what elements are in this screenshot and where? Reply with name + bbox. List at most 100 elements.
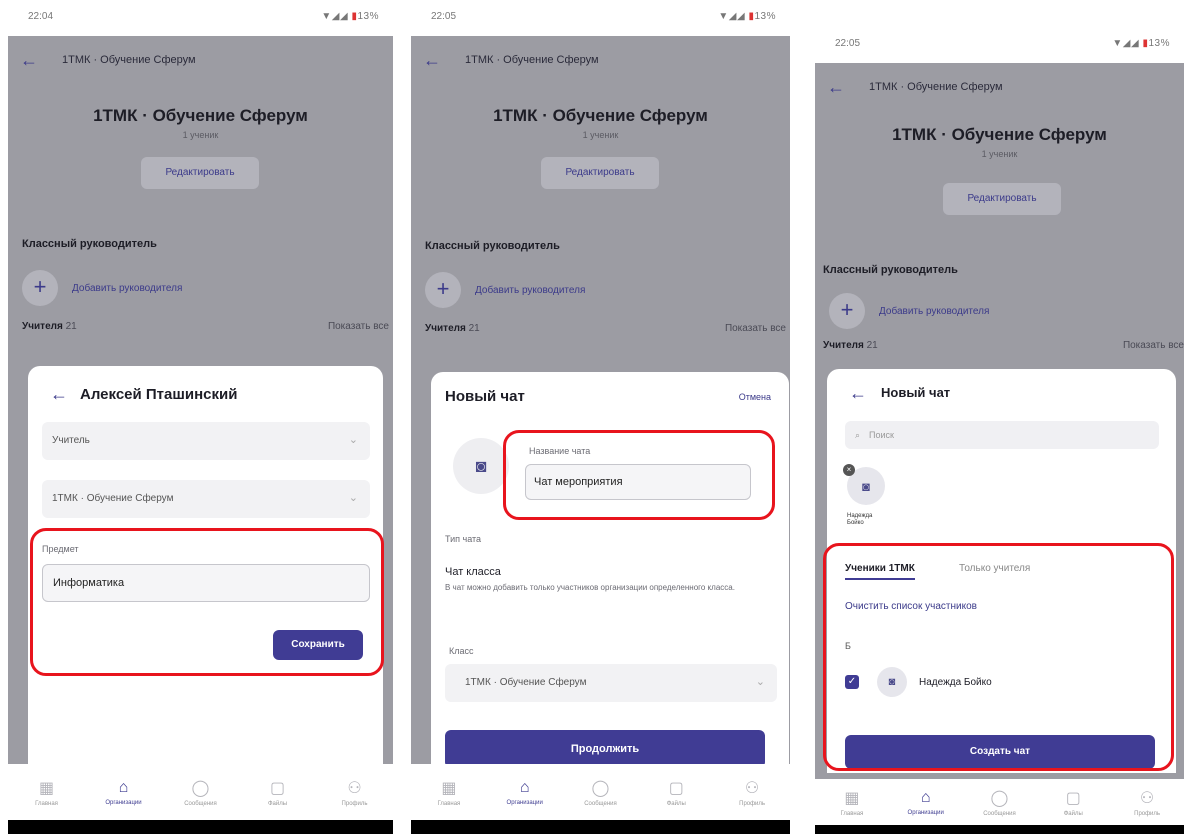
top-bar-title: 1ТМК · Обучение Сферум [869, 81, 1003, 93]
chat-icon: ◯ [191, 779, 210, 797]
nav-messages[interactable]: ◯ Сообщения [570, 778, 630, 807]
cancel-link[interactable]: Отмена [739, 392, 771, 402]
nav-profile[interactable]: ⚇ Профиль [325, 778, 385, 807]
organization-icon: ⌂ [920, 788, 931, 806]
add-teacher-row[interactable]: + Добавить руководителя [829, 293, 989, 329]
nav-messages[interactable]: ◯ Сообщения [171, 778, 231, 807]
plus-icon: + [22, 270, 58, 306]
role-select-value: Учитель [52, 435, 90, 446]
file-icon: ▢ [1065, 789, 1081, 807]
system-nav-bar [411, 820, 790, 834]
class-select-value: 1ТМК · Обучение Сферум [52, 493, 174, 504]
system-nav-bar [815, 825, 1184, 834]
edit-button[interactable]: Редактировать [141, 157, 259, 189]
plus-icon: + [829, 293, 865, 329]
chat-photo-picker[interactable]: ◙ [453, 438, 509, 494]
nav-files[interactable]: ▢ Файлы [646, 778, 706, 807]
search-icon: ⌕ [855, 430, 861, 440]
nav-profile[interactable]: ⚇ Профиль [1117, 788, 1177, 817]
nav-organizations[interactable]: ⌂ Организации [896, 789, 956, 816]
add-teacher-row[interactable]: + Добавить руководителя [22, 270, 182, 306]
chevron-down-icon: ⌄ [755, 676, 765, 688]
phone-screen-1: 22:04 ▼◢◢ ▮13% ← 1ТМК · Обучение Сферум … [8, 0, 393, 834]
camera-icon: ◙ [862, 478, 870, 494]
status-bar: 22:04 ▼◢◢ ▮13% [8, 0, 393, 36]
students-count: 1 ученик [182, 130, 219, 140]
plus-icon: + [425, 272, 461, 308]
teachers-heading: Учителя 21 [22, 321, 77, 332]
search-input[interactable]: ⌕ Поиск [845, 421, 1159, 449]
system-nav-bar [8, 820, 393, 834]
bottom-nav: ▦ Главная ⌂ Организации ◯ Сообщения ▢ Файлы … [815, 779, 1184, 825]
students-count: 1 ученик [582, 130, 619, 140]
bottom-nav: ▦ Главная ⌂ Организации ◯ Сообщения ▢ Файлы … [8, 764, 393, 820]
nav-files[interactable]: ▢ Файлы [248, 778, 308, 807]
teachers-heading: Учителя 21 [823, 340, 878, 351]
show-all-link[interactable]: Показать все [725, 323, 786, 334]
chat-icon: ◯ [591, 779, 610, 797]
nav-organizations[interactable]: ⌂ Организации [495, 779, 555, 806]
screenshot-collage: 22:04 ▼◢◢ ▮13% ← 1ТМК · Обучение Сферум … [0, 0, 1184, 834]
class-select[interactable]: 1ТМК · Обучение Сферум ⌄ [445, 664, 777, 702]
organization-icon: ⌂ [519, 778, 530, 796]
sheet-title: Новый чат [881, 385, 951, 400]
remove-icon[interactable]: × [843, 464, 855, 476]
people-icon: ⚇ [744, 779, 760, 797]
status-bar: 22:05 ▼◢◢ ▮13% [411, 0, 790, 36]
back-arrow-icon[interactable]: ← [423, 50, 441, 71]
people-icon: ⚇ [1139, 789, 1155, 807]
add-teacher-label: Добавить руководителя [475, 284, 586, 296]
status-time: 22:04 [28, 11, 54, 22]
chevron-down-icon: ⌄ [348, 434, 358, 446]
status-time: 22:05 [431, 11, 457, 22]
chat-icon: ◯ [990, 789, 1009, 807]
status-bar: 22:05 ▼◢◢ ▮13% [815, 27, 1184, 63]
show-all-link[interactable]: Показать все [1123, 340, 1184, 351]
role-select[interactable]: Учитель ⌄ [42, 422, 370, 460]
continue-button[interactable]: Продолжить [445, 730, 765, 768]
highlight-frame [823, 543, 1174, 771]
show-all-link[interactable]: Показать все [328, 321, 389, 332]
teachers-heading: Учителя 21 [425, 323, 480, 334]
people-icon: ⚇ [347, 779, 362, 797]
sheet-title: Алексей Пташинский [80, 386, 238, 403]
nav-profile[interactable]: ⚇ Профиль [722, 778, 782, 807]
nav-home[interactable]: ▦ Главная [419, 778, 479, 807]
status-time: 22:05 [835, 38, 861, 49]
add-teacher-row[interactable]: + Добавить руководителя [425, 272, 585, 308]
phone-screen-3: 22:05 ▼◢◢ ▮13% ← 1ТМК · Обучение Сферум … [815, 27, 1184, 834]
grid-icon: ▦ [844, 789, 860, 807]
back-arrow-icon[interactable]: ← [50, 384, 68, 405]
students-count: 1 ученик [981, 149, 1018, 159]
back-arrow-icon[interactable]: ← [849, 383, 867, 404]
edit-button[interactable]: Редактировать [943, 183, 1061, 215]
page-title: 1ТМК · Обучение Сферум [493, 106, 708, 125]
add-teacher-label: Добавить руководителя [879, 305, 990, 317]
top-bar: ← 1ТМК · Обучение Сферум [8, 36, 393, 86]
bottom-nav: ▦ Главная ⌂ Организации ◯ Сообщения ▢ Файлы … [411, 764, 790, 820]
status-indicators: ▼◢◢ ▮13% [718, 11, 776, 22]
class-select-value: 1ТМК · Обучение Сферум [465, 677, 587, 688]
nav-messages[interactable]: ◯ Сообщения [969, 788, 1029, 817]
camera-icon: ◙ [475, 455, 487, 476]
back-arrow-icon[interactable]: ← [827, 77, 845, 98]
selected-member-name: Надежда Бойко [847, 513, 873, 526]
chat-type-value: Чат класса [445, 566, 501, 578]
class-select[interactable]: 1ТМК · Обучение Сферум ⌄ [42, 480, 370, 518]
status-indicators: ▼◢◢ ▮13% [321, 11, 379, 22]
add-teacher-label: Добавить руководителя [72, 282, 183, 294]
back-arrow-icon[interactable]: ← [20, 50, 38, 71]
chat-type-description: В чат можно добавить только участников о… [445, 583, 735, 592]
nav-files[interactable]: ▢ Файлы [1043, 788, 1103, 817]
chat-type-label: Тип чата [445, 534, 482, 544]
class-label: Класс [449, 646, 474, 656]
highlight-frame [30, 528, 384, 676]
nav-home[interactable]: ▦ Главная [17, 778, 77, 807]
page-title: 1ТМК · Обучение Сферум [93, 106, 308, 125]
edit-button[interactable]: Редактировать [541, 157, 659, 189]
top-bar: ← 1ТМК · Обучение Сферум [815, 63, 1184, 113]
nav-home[interactable]: ▦ Главная [822, 788, 882, 817]
nav-organizations[interactable]: ⌂ Организации [94, 779, 154, 806]
top-bar-title: 1ТМК · Обучение Сферум [62, 54, 196, 66]
organization-icon: ⌂ [118, 778, 129, 796]
